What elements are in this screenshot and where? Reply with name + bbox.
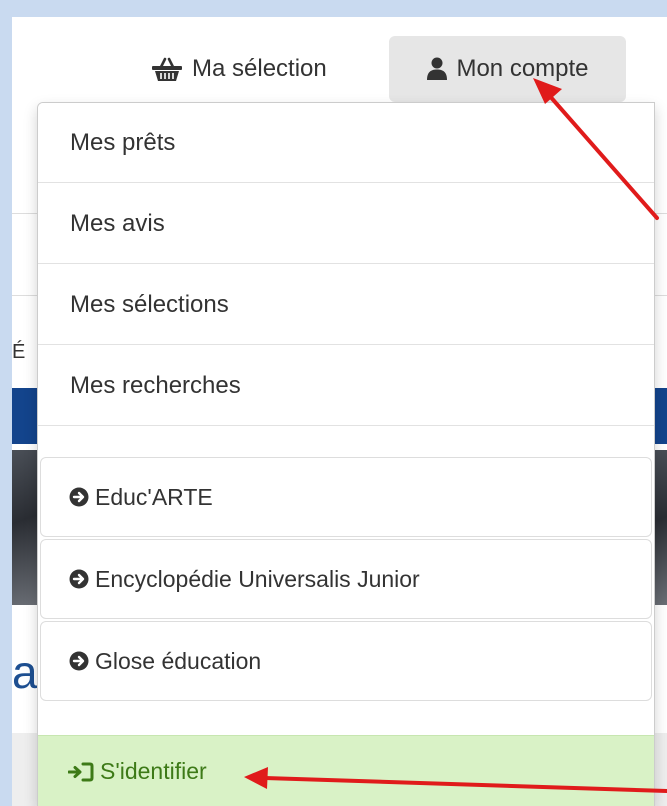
menu-item-my-searches[interactable]: Mes recherches xyxy=(38,346,654,426)
circle-arrow-right-icon xyxy=(69,487,89,507)
resource-link-label: Glose éducation xyxy=(95,647,262,674)
resource-link-educarte[interactable]: Educ'ARTE xyxy=(40,457,652,537)
menu-item-label: Mes avis xyxy=(70,209,165,237)
circle-arrow-right-icon xyxy=(69,569,89,589)
basket-icon xyxy=(150,56,184,82)
menu-item-my-selections[interactable]: Mes sélections xyxy=(38,265,654,345)
my-selection-label: Ma sélection xyxy=(192,55,327,82)
sign-in-label: S'identifier xyxy=(100,758,207,784)
menu-item-my-loans[interactable]: Mes prêts xyxy=(38,103,654,183)
menu-item-label: Mes recherches xyxy=(70,371,241,399)
resource-link-universalis-junior[interactable]: Encyclopédie Universalis Junior xyxy=(40,539,652,619)
resource-link-label: Encyclopédie Universalis Junior xyxy=(95,565,420,592)
my-account-label: Mon compte xyxy=(456,55,589,82)
my-selection-button[interactable]: Ma sélection xyxy=(150,36,327,102)
resource-link-label: Educ'ARTE xyxy=(95,483,213,510)
circle-arrow-right-icon xyxy=(69,651,89,671)
menu-item-label: Mes sélections xyxy=(70,290,229,318)
background-heading-fragment: a xyxy=(12,646,38,698)
resource-link-glose-education[interactable]: Glose éducation xyxy=(40,621,652,701)
menu-item-label: Mes prêts xyxy=(70,128,176,156)
account-dropdown-menu: Mes prêts Mes avis Mes sélections Mes re… xyxy=(37,102,655,806)
sign-in-icon xyxy=(68,762,94,782)
user-icon xyxy=(426,57,448,81)
background-photo xyxy=(12,450,38,605)
background-text-fragment: É xyxy=(12,341,26,363)
menu-item-my-reviews[interactable]: Mes avis xyxy=(38,184,654,264)
my-account-button[interactable]: Mon compte xyxy=(389,36,626,102)
sign-in-link[interactable]: S'identifier xyxy=(38,735,654,806)
